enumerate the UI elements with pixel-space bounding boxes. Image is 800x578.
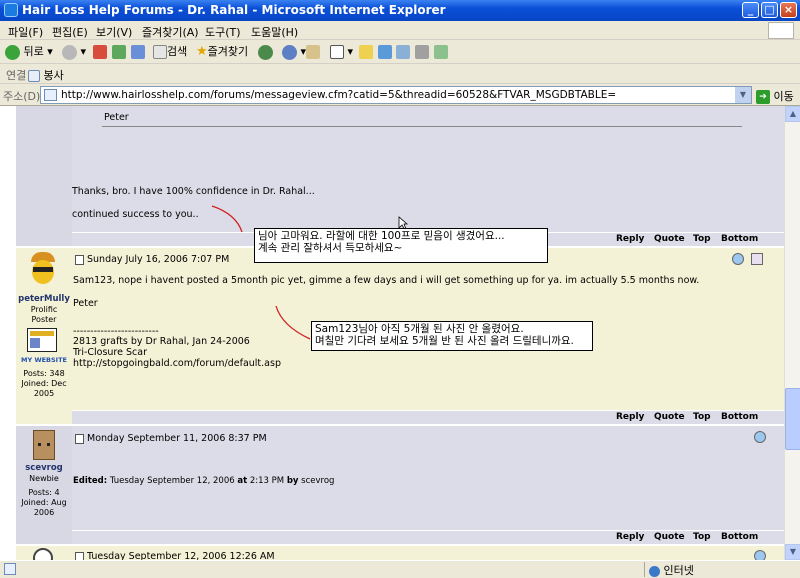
menu-favorites[interactable]: 즐겨찾기(A)	[142, 24, 199, 40]
annotation-box: Sam123님아 아직 5개월 된 사진 안 올렸어요. 며칠만 기다려 보세요…	[311, 321, 593, 351]
forward-arrow-icon	[62, 44, 77, 60]
links-bar: 연결 봉사	[0, 64, 800, 84]
address-input[interactable]: http://www.hairlosshelp.com/forums/messa…	[40, 86, 752, 104]
history-button[interactable]: ▾	[282, 43, 306, 61]
menu-help[interactable]: 도움말(H)	[251, 24, 298, 40]
refresh-icon	[112, 45, 126, 59]
tool-button-3[interactable]	[434, 43, 448, 61]
gear-icon	[415, 45, 429, 59]
favorites-button[interactable]: ★즐겨찾기	[196, 43, 248, 61]
address-bar: 주소(D) http://www.hairlosshelp.com/forums…	[0, 84, 800, 106]
discuss-button[interactable]	[359, 43, 373, 61]
messenger-button[interactable]	[378, 43, 392, 61]
title-bar: Hair Loss Help Forums - Dr. Rahal - Micr…	[0, 0, 800, 21]
chevron-down-icon[interactable]: ▼	[735, 87, 751, 103]
window-title: Hair Loss Help Forums - Dr. Rahal - Micr…	[22, 3, 446, 17]
vertical-scrollbar[interactable]: ▲ ▼	[784, 106, 800, 560]
address-url: http://www.hairlosshelp.com/forums/messa…	[61, 89, 617, 101]
back-button[interactable]: 뒤로 ▾	[5, 43, 53, 61]
messenger-icon	[378, 45, 392, 59]
history-icon	[282, 44, 297, 60]
links-item[interactable]: 봉사	[28, 67, 64, 83]
menu-edit[interactable]: 편집(E)	[52, 24, 88, 40]
close-button[interactable]: ×	[780, 2, 797, 18]
scroll-down-button[interactable]: ▼	[785, 544, 800, 560]
media-icon	[258, 44, 273, 60]
scroll-up-button[interactable]: ▲	[785, 106, 800, 122]
security-zone: 인터넷	[644, 562, 784, 577]
scroll-thumb[interactable]	[785, 388, 800, 450]
status-bar: 인터넷	[0, 560, 800, 577]
windows-logo-icon	[768, 22, 794, 39]
refresh-button[interactable]	[112, 43, 126, 61]
toolbar: 뒤로 ▾ ▾ 검색 ★즐겨찾기 ▾ ▾	[0, 40, 800, 64]
media-button[interactable]	[258, 43, 273, 61]
annotation-box: 님아 고마워요. 라할에 대한 100프로 믿음이 생겼어요... 계속 관리 …	[254, 228, 548, 263]
back-arrow-icon	[5, 44, 20, 60]
ie-icon	[4, 3, 18, 17]
tool-button-2[interactable]	[415, 43, 429, 61]
mail-icon	[306, 45, 320, 59]
menu-bar: 파일(F) 편집(E) 보기(V) 즐겨찾기(A) 도구(T) 도움말(H)	[0, 21, 800, 40]
mail-button[interactable]	[306, 43, 320, 61]
search-button[interactable]: 검색	[153, 43, 187, 61]
word-icon	[330, 45, 344, 59]
menu-file[interactable]: 파일(F)	[8, 24, 43, 40]
go-button[interactable]: ➔ 이동	[756, 88, 794, 104]
home-icon	[131, 45, 145, 59]
research-icon	[434, 45, 448, 59]
page-icon	[4, 563, 16, 575]
links-label: 연결	[6, 69, 27, 82]
maximize-button[interactable]: □	[761, 2, 778, 18]
star-icon: ★	[196, 44, 208, 59]
address-label: 주소(D)	[3, 90, 41, 103]
page-icon	[44, 89, 57, 101]
stop-button[interactable]	[93, 43, 107, 61]
menu-tools[interactable]: 도구(T)	[205, 24, 241, 40]
edit-button[interactable]: ▾	[330, 43, 353, 61]
stop-icon	[93, 45, 107, 59]
minimize-button[interactable]: _	[742, 2, 759, 18]
go-arrow-icon: ➔	[756, 90, 770, 104]
search-icon	[153, 45, 167, 59]
page-content: Peter Thanks, bro. I have 100% confidenc…	[0, 106, 784, 560]
page-icon	[28, 70, 40, 82]
home-button[interactable]	[131, 43, 145, 61]
globe-icon	[649, 565, 660, 577]
menu-view[interactable]: 보기(V)	[96, 24, 132, 40]
tool-button-1[interactable]	[396, 43, 410, 61]
note-icon	[359, 45, 373, 59]
forward-button[interactable]: ▾	[62, 43, 86, 61]
tool-icon	[396, 45, 410, 59]
